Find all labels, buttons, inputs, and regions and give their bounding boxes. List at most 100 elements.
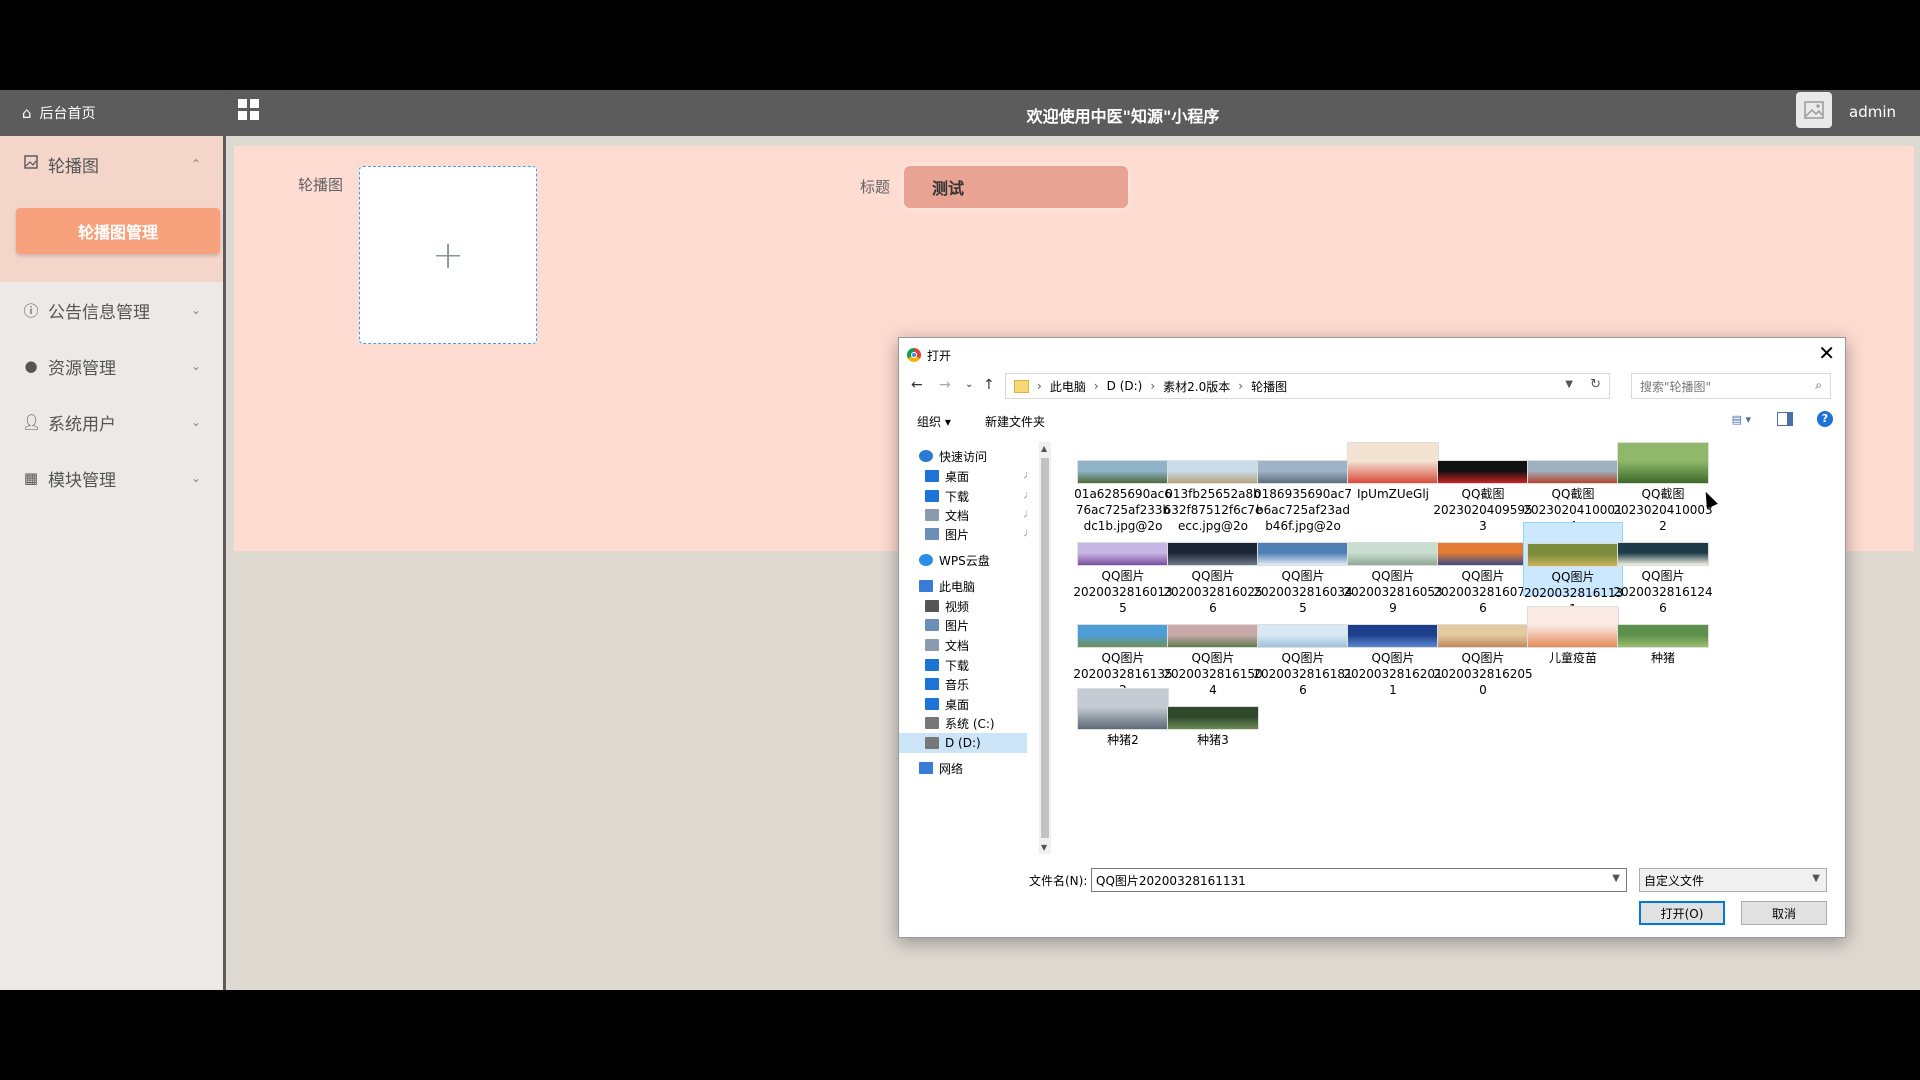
- scroll-up-icon[interactable]: ▲: [1041, 444, 1047, 453]
- user-name[interactable]: admin: [1849, 103, 1896, 121]
- tree-item[interactable]: 下载: [925, 486, 969, 506]
- chevron-down-icon: ⌄: [190, 415, 201, 429]
- file-item[interactable]: QQ图片 2020032816034 5: [1253, 542, 1353, 616]
- sidebar-item-label: 轮播图: [48, 156, 99, 177]
- sidebar-item-modules[interactable]: ▦ 模块管理 ⌄: [0, 450, 223, 506]
- sidebar-subitem-carousel-management[interactable]: 轮播图管理: [16, 208, 220, 254]
- file-item[interactable]: QQ图片 2020032816053 9: [1343, 542, 1443, 616]
- tree-item[interactable]: WPS云盘: [919, 550, 990, 570]
- change-view-icon[interactable]: ▤ ▾: [1732, 413, 1751, 426]
- file-item[interactable]: QQ图片 2020032816074 6: [1433, 542, 1533, 616]
- tree-item[interactable]: D (D:): [899, 733, 1027, 753]
- tree-item[interactable]: 音乐: [925, 674, 969, 694]
- organize-button[interactable]: 组织 ▾: [917, 413, 951, 430]
- info-icon: ⓘ: [23, 301, 39, 320]
- file-name-line: 013fb25652a8b: [1165, 487, 1261, 501]
- tree-item[interactable]: 文档: [925, 505, 969, 525]
- sidebar-item-resources[interactable]: ● 资源管理 ⌄: [0, 338, 223, 394]
- tree-item[interactable]: 系统 (C:): [925, 713, 995, 733]
- grid-icon: ▦: [23, 469, 39, 487]
- forward-arrow-icon[interactable]: →: [939, 377, 951, 393]
- file-item[interactable]: QQ图片 2020032816201 1: [1343, 624, 1443, 698]
- file-item[interactable]: 种猪: [1613, 624, 1713, 666]
- file-item[interactable]: QQ图片 2020032816150 4: [1163, 624, 1263, 698]
- tree-item[interactable]: 图片: [925, 615, 969, 635]
- tree-item[interactable]: 快速访问: [919, 446, 987, 466]
- file-item[interactable]: QQ图片 2020032816025 6: [1163, 542, 1263, 616]
- breadcrumb-item[interactable]: 素材2.0版本: [1163, 378, 1230, 395]
- up-arrow-icon[interactable]: ↑: [983, 377, 995, 393]
- file-name-line: 0: [1479, 683, 1487, 697]
- new-folder-button[interactable]: 新建文件夹: [985, 413, 1045, 430]
- file-item[interactable]: 种猪2: [1073, 688, 1173, 748]
- file-item[interactable]: QQ图片20200328161352: [1073, 624, 1173, 698]
- pin-icon[interactable]: 📌︎: [1023, 509, 1027, 519]
- pin-icon[interactable]: 📌︎: [1023, 490, 1027, 500]
- file-name-line: QQ图片: [1101, 569, 1145, 583]
- file-thumbnail: [1527, 543, 1619, 567]
- breadcrumb-item[interactable]: D (D:): [1107, 379, 1143, 393]
- file-item[interactable]: QQ图片 2020032816013 5: [1073, 542, 1173, 616]
- file-thumbnail: [1167, 460, 1259, 484]
- tree-item[interactable]: 图片: [925, 524, 969, 544]
- recent-locations-icon[interactable]: ⌄: [965, 379, 973, 390]
- file-item[interactable]: 013fb25652a8b 632f87512f6c7e ecc.jpg@2o: [1163, 460, 1263, 534]
- tree-item-label: 下载: [945, 489, 970, 504]
- tree-scrollbar[interactable]: ▲ ▼: [1039, 442, 1051, 854]
- file-name-line: 种猪: [1650, 651, 1675, 665]
- help-icon[interactable]: ?: [1817, 411, 1833, 427]
- refresh-icon[interactable]: ↻: [1590, 377, 1601, 392]
- filetype-select[interactable]: 自定义文件 ▼: [1639, 868, 1827, 892]
- sidebar-home[interactable]: ⌂ 后台首页: [0, 90, 223, 136]
- breadcrumb-separator: ›: [1093, 379, 1099, 393]
- file-item[interactable]: QQ图片 2020032816205 0: [1433, 624, 1533, 698]
- sidebar-item-announcements[interactable]: ⓘ 公告信息管理 ⌄: [0, 282, 223, 338]
- open-button[interactable]: 打开(O): [1639, 901, 1725, 925]
- image-uploader[interactable]: +: [359, 166, 537, 344]
- file-name-line: 2020032816181: [1253, 667, 1353, 681]
- file-item[interactable]: QQ截图 2023020410003 2: [1613, 442, 1713, 534]
- file-name-line: 2020032816074: [1433, 585, 1533, 599]
- cancel-button[interactable]: 取消: [1741, 901, 1827, 925]
- file-item[interactable]: 种猪3: [1163, 706, 1263, 748]
- tree-item[interactable]: 网络: [919, 758, 963, 778]
- picture-icon: [925, 528, 939, 540]
- tree-item[interactable]: 桌面: [925, 694, 969, 714]
- file-item[interactable]: QQ图片 2020032816124 6: [1613, 542, 1713, 616]
- tree-item[interactable]: 下载: [925, 655, 969, 675]
- tree-item[interactable]: 视频: [925, 596, 969, 616]
- tree-item-label: 音乐: [945, 677, 970, 692]
- tree-item[interactable]: 文档: [925, 635, 969, 655]
- search-input[interactable]: 搜索"轮播图" ⌕: [1631, 373, 1831, 399]
- home-icon: ⌂: [22, 104, 32, 122]
- sidebar-item-system-users[interactable]: 👤︎ 系统用户 ⌄: [0, 394, 223, 450]
- desktop-icon: [925, 470, 939, 482]
- title-input[interactable]: 测试: [904, 166, 1128, 208]
- scrollbar-thumb[interactable]: [1041, 458, 1049, 838]
- scroll-down-icon[interactable]: ▼: [1041, 843, 1047, 852]
- file-item[interactable]: IpUmZUeGlj: [1343, 442, 1443, 502]
- tree-item[interactable]: 此电脑: [919, 576, 975, 596]
- pin-icon[interactable]: 📌︎: [1023, 528, 1027, 538]
- breadcrumb-item[interactable]: 轮播图: [1251, 378, 1287, 395]
- file-item[interactable]: QQ图片20200328161131: [1523, 522, 1623, 616]
- file-item[interactable]: QQ图片 2020032816181 6: [1253, 624, 1353, 698]
- breadcrumb-item[interactable]: 此电脑: [1050, 378, 1086, 395]
- pin-icon[interactable]: 📌︎: [1023, 470, 1027, 480]
- sidebar-item-carousel[interactable]: 轮播图 ⌃: [0, 136, 223, 192]
- avatar[interactable]: [1796, 92, 1832, 128]
- file-item[interactable]: 01a6285690ac6 76ac725af233b dc1b.jpg@2o: [1073, 460, 1173, 534]
- chevron-down-icon[interactable]: ▼: [1565, 379, 1573, 390]
- file-item[interactable]: QQ截图 2023020409595 3: [1433, 460, 1533, 534]
- filename-input[interactable]: QQ图片20200328161131 ▼: [1091, 868, 1627, 892]
- file-item[interactable]: 儿童疫苗: [1523, 606, 1623, 666]
- file-item[interactable]: 0186935690ac7 b6ac725af23ad b46f.jpg@2o: [1253, 460, 1353, 534]
- close-icon[interactable]: ✕: [1818, 341, 1835, 365]
- tree-item[interactable]: 桌面: [925, 466, 969, 486]
- file-name-line: 5: [1299, 601, 1307, 615]
- chevron-down-icon[interactable]: ▼: [1612, 873, 1620, 884]
- address-bar[interactable]: › 此电脑 › D (D:) › 素材2.0版本 › 轮播图 ▼ ↻: [1005, 373, 1610, 399]
- tree-item-label: 快速访问: [939, 449, 988, 464]
- back-arrow-icon[interactable]: ←: [911, 377, 923, 393]
- preview-pane-icon[interactable]: [1777, 412, 1793, 426]
